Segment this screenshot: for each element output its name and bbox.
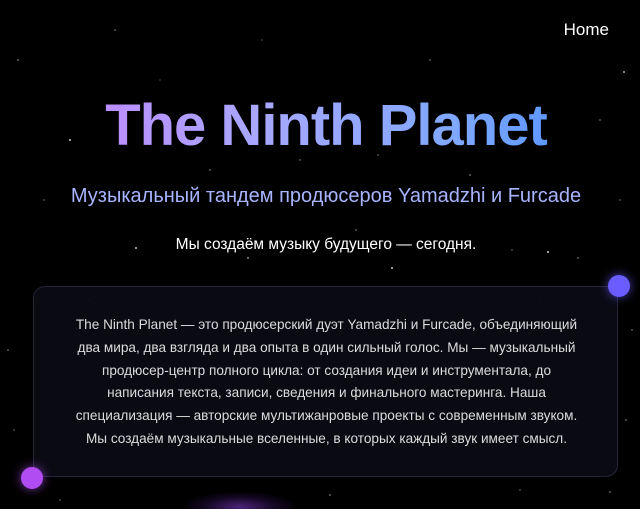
about-card: The Ninth Planet — это продюсерский дуэт… — [33, 286, 618, 477]
about-text-line: The Ninth Planet — это продюсерский дуэт… — [75, 317, 578, 332]
decorative-orb-purple — [21, 467, 43, 489]
about-text-line: продюсер-центр полного цикла: от создани… — [101, 362, 552, 378]
hero-tagline: Мы создаём музыку будущего — сегодня. — [175, 236, 477, 253]
decorative-glow — [185, 492, 295, 509]
about-text: The Ninth Planet — это продюсерский дуэт… — [56, 314, 597, 451]
about-text-line: Мы создаём музыкальные вселенные, в кото… — [85, 430, 567, 446]
about-text-line: два мира, два взгляда и два опыта в один… — [77, 339, 576, 355]
decorative-orb-blue — [608, 275, 630, 297]
hero-title: The Ninth Planet — [0, 92, 640, 159]
about-text-line: специализация — авторские мультижанровые… — [75, 408, 578, 424]
nav-home-link[interactable]: Home — [564, 20, 609, 40]
about-text-line: написания текста, записи, сведения и фин… — [107, 385, 546, 401]
hero-subtitle: Музыкальный тандем продюсеров Yamadzhi и… — [70, 185, 582, 207]
